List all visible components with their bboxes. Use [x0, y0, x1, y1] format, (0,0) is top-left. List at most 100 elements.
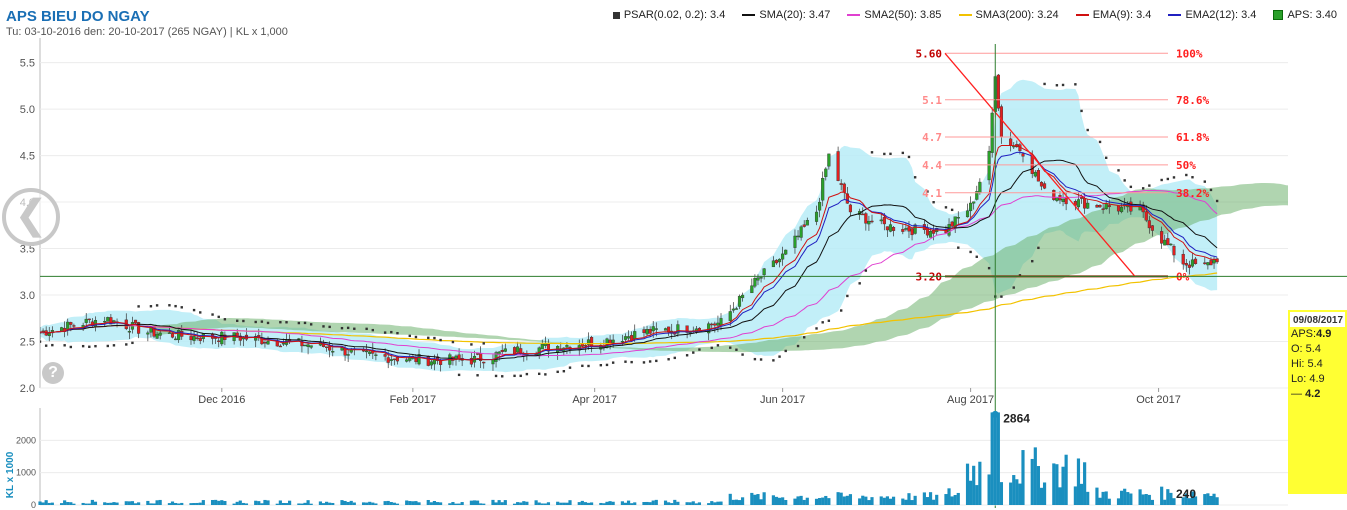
psar-dot — [501, 375, 504, 378]
volume-bar — [275, 503, 279, 505]
volume-plot: 0 1000 2000KL x 1000 2864 240 — [5, 408, 1288, 510]
psar-dot — [870, 151, 874, 154]
volume-bar — [411, 501, 415, 505]
psar-dot — [131, 341, 134, 345]
x-tick-label: Oct 2017 — [1136, 394, 1181, 406]
psar-dot — [913, 176, 917, 179]
fib-price-label: 5.1 — [922, 94, 942, 107]
volume-bar — [999, 482, 1004, 505]
psar-dot — [1074, 83, 1077, 86]
volume-bar — [1163, 499, 1167, 505]
volume-bar — [44, 500, 48, 505]
candle-body — [827, 153, 831, 167]
psar-dot — [254, 320, 257, 324]
candle-body — [710, 323, 714, 326]
volume-bar — [494, 502, 498, 505]
psar-dot — [987, 266, 991, 270]
volume-tick-label: 1000 — [16, 468, 36, 478]
volume-bar — [235, 501, 239, 505]
legend-item-ema9[interactable]: EMA(9): 3.4 — [1075, 9, 1151, 21]
volume-bar — [710, 501, 714, 505]
x-tick-label: Feb 2017 — [390, 394, 436, 406]
candle-body — [892, 227, 896, 231]
ohlc-tooltip: 09/08/2017 APS:4.9 O: 5.4 Hi: 5.4 Lo: 4.… — [1288, 310, 1347, 494]
volume-bar — [654, 499, 658, 505]
volume-bar — [956, 492, 960, 505]
volume-bar — [673, 499, 677, 505]
candle-body — [1052, 189, 1056, 200]
volume-bar — [663, 500, 668, 505]
candle-body — [1086, 202, 1090, 209]
candle-body — [580, 343, 584, 347]
psar-dot — [1129, 185, 1133, 189]
volume-bar — [537, 502, 541, 505]
volume-bar — [648, 502, 652, 505]
candle-body — [753, 278, 757, 287]
psar-dot — [88, 345, 91, 348]
psar-dot — [236, 319, 239, 322]
volume-bar — [978, 461, 982, 505]
candle-body — [870, 220, 874, 223]
legend-item-ema12[interactable]: EMA2(12): 3.4 — [1168, 9, 1256, 21]
volume-bar — [947, 488, 951, 505]
candle-body — [799, 226, 803, 238]
candle-body — [1150, 225, 1154, 231]
volume-bar — [611, 501, 615, 505]
candle-body — [346, 354, 350, 356]
candle-body — [713, 323, 717, 326]
psar-dot — [587, 364, 590, 368]
back-arrow-button[interactable]: ❮ — [2, 188, 60, 246]
candle-body — [392, 358, 396, 361]
volume-bar — [993, 412, 997, 505]
volume-bar — [349, 500, 353, 505]
volume-bar — [306, 500, 310, 505]
psar-dot — [556, 370, 559, 374]
legend-item-aps[interactable]: APS: 3.40 — [1273, 9, 1337, 21]
volume-bar — [435, 502, 440, 505]
candle-body — [1209, 260, 1213, 266]
volume-bar — [1138, 489, 1142, 505]
volume-bar — [583, 502, 588, 505]
legend-item-sma20[interactable]: SMA(20): 3.47 — [742, 9, 830, 21]
candle-body — [623, 336, 628, 340]
volume-bar — [667, 502, 671, 505]
psar-dot — [846, 294, 849, 298]
volume-bar — [525, 501, 529, 505]
volume-bar — [217, 500, 221, 505]
volume-bar — [432, 501, 437, 505]
candle-body — [512, 347, 517, 355]
volume-bar — [106, 502, 110, 505]
y-tick-label: 2.0 — [20, 383, 35, 395]
psar-dot — [950, 208, 954, 212]
volume-bar — [519, 502, 523, 505]
psar-dot — [568, 366, 572, 369]
volume-bar — [297, 503, 301, 505]
candle-body — [263, 342, 267, 344]
volume-bar — [331, 502, 335, 505]
candle-body — [882, 217, 886, 225]
psar-dot — [1043, 82, 1046, 86]
candle-body — [836, 151, 840, 181]
volume-bar — [818, 498, 822, 505]
psar-dot — [470, 343, 473, 346]
volume-bar — [1212, 493, 1216, 505]
volume-bar — [577, 502, 581, 505]
volume-tick-label: 2000 — [16, 435, 36, 445]
candle-body — [133, 319, 138, 324]
psar-dot — [390, 330, 393, 334]
volume-bar — [1116, 498, 1121, 505]
help-icon[interactable]: ? — [42, 362, 64, 384]
psar-dot — [1055, 84, 1059, 87]
legend-item-psar[interactable]: PSAR(0.02, 0.2): 3.4 — [612, 9, 725, 21]
legend-item-sma200[interactable]: SMA3(200): 3.24 — [958, 9, 1059, 21]
candle-body — [343, 348, 347, 356]
psar-dot — [698, 348, 701, 351]
x-tick-label: Jun 2017 — [760, 394, 805, 406]
candle-body — [365, 350, 369, 353]
fib-level-label: 78.6% — [1176, 94, 1209, 107]
candle-body — [1116, 205, 1121, 212]
psar-dot — [180, 306, 183, 309]
volume-bar — [124, 501, 128, 505]
legend-item-sma50[interactable]: SMA2(50): 3.85 — [847, 9, 941, 21]
candle-body — [651, 326, 655, 332]
